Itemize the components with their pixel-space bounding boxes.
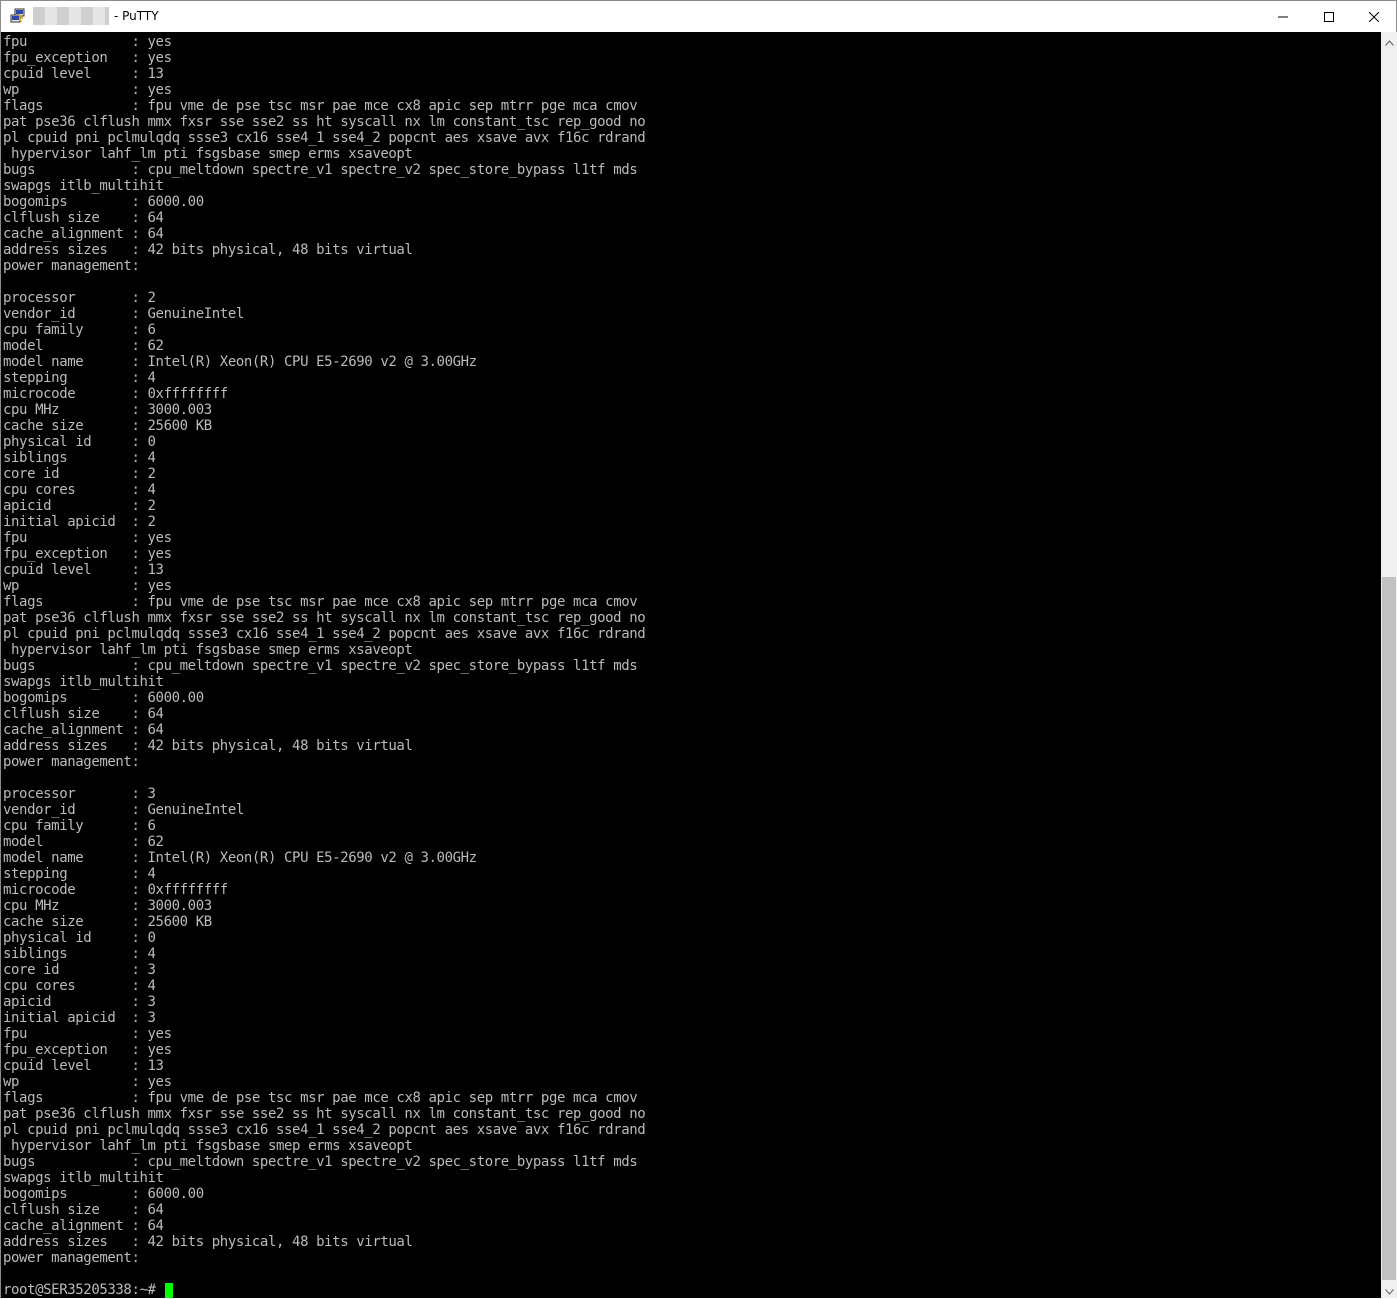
prompt-text: root@SER35205338:~# — [3, 1282, 164, 1298]
terminal-area[interactable]: fpu : yes fpu_exception : yes cpuid leve… — [1, 32, 1381, 1298]
scroll-thumb[interactable] — [1382, 577, 1396, 1280]
chevron-up-icon — [1384, 31, 1394, 50]
vertical-scrollbar[interactable] — [1381, 32, 1397, 1298]
minimize-icon — [1278, 7, 1288, 26]
maximize-button[interactable] — [1306, 1, 1352, 31]
command-prompt[interactable]: root@SER35205338:~# — [3, 1282, 173, 1298]
close-icon — [1368, 7, 1380, 26]
maximize-icon — [1324, 7, 1334, 26]
putty-icon[interactable] — [10, 8, 26, 24]
scroll-up-button[interactable] — [1381, 32, 1397, 49]
window-title: - PuTTY — [114, 9, 159, 23]
title-bar[interactable]: - PuTTY — [1, 1, 1396, 31]
close-button[interactable] — [1351, 1, 1397, 31]
chevron-down-icon — [1384, 1280, 1394, 1299]
minimize-button[interactable] — [1260, 1, 1306, 31]
redacted-host-name — [33, 7, 109, 25]
putty-window: - PuTTY fpu : yes fpu_exception : yes cp… — [0, 0, 1397, 1298]
terminal-output: fpu : yes fpu_exception : yes cpuid leve… — [3, 34, 646, 1266]
text-cursor — [164, 1282, 173, 1298]
scroll-down-button[interactable] — [1381, 1281, 1397, 1298]
